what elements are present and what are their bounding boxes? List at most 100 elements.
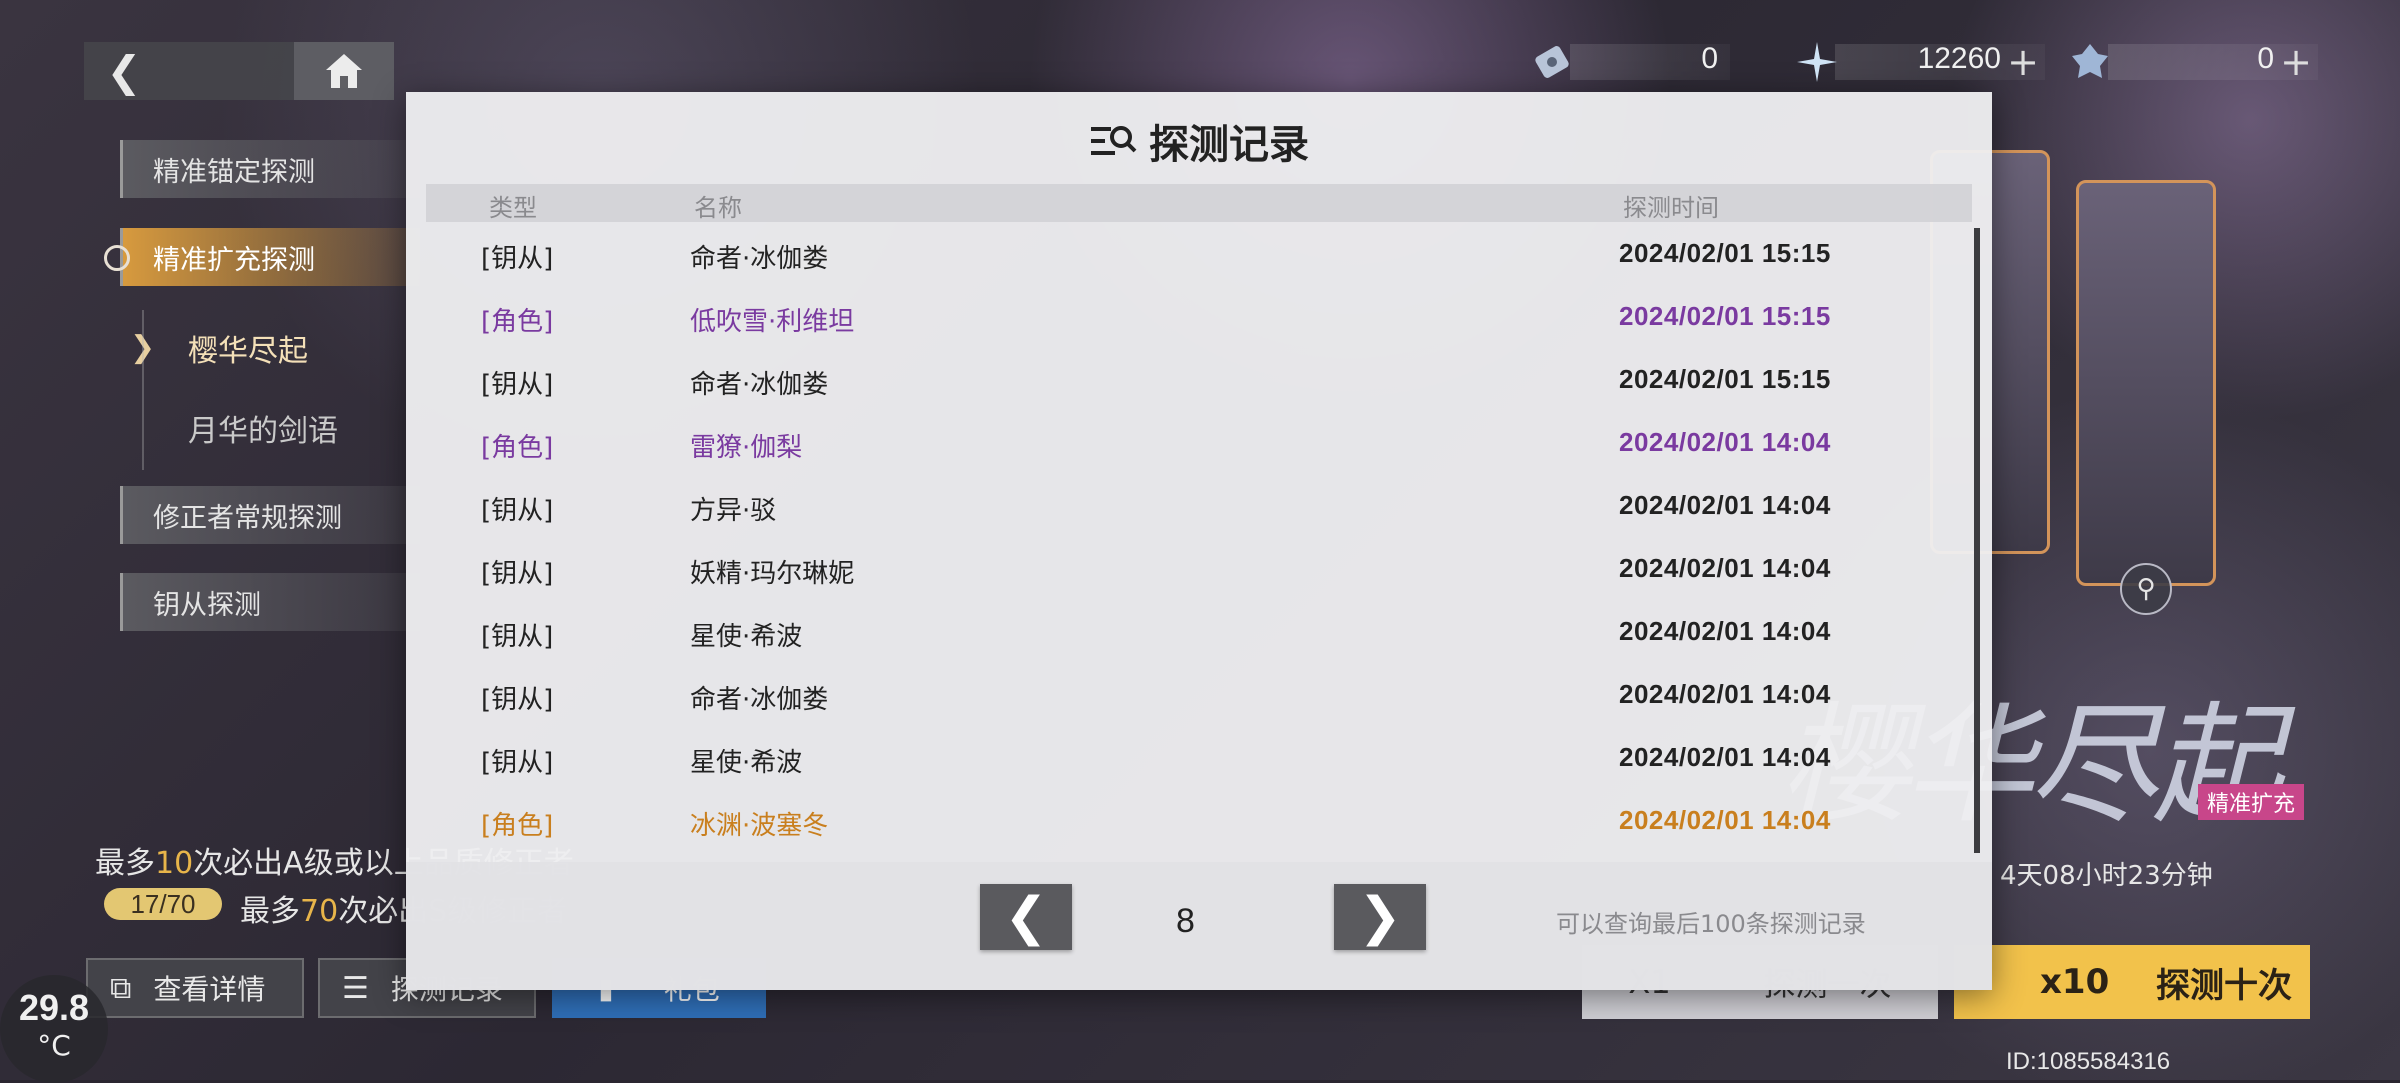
banner-tag: 精准扩充 bbox=[2198, 784, 2304, 820]
row-name: 低吹雪·利维坦 bbox=[690, 307, 855, 337]
row-name: 冰渊·波塞冬 bbox=[690, 811, 829, 841]
user-id: ID:1085584316 bbox=[2006, 1048, 2171, 1075]
modal-title-text: 探测记录 bbox=[1149, 122, 1309, 168]
home-button[interactable] bbox=[294, 42, 394, 100]
table-row: [钥从] 妖精·玛尔琳妮 2024/02/01 14:04 bbox=[406, 537, 1992, 600]
row-time: 2024/02/01 14:04 bbox=[1619, 805, 1831, 835]
column-time: 探测时间 bbox=[1623, 194, 1719, 222]
menu-item-anchor-detect[interactable]: 精准锚定探测 bbox=[120, 140, 420, 198]
row-type: [钥从] bbox=[481, 685, 554, 715]
scrollbar-thumb[interactable] bbox=[1974, 228, 1980, 853]
pull-label: 探测十次 bbox=[2156, 965, 2292, 1006]
detect-records-modal: 探测记录 类型 名称 探测时间 [钥从] 命者·冰伽娄 2024/02/01 1… bbox=[406, 92, 1992, 990]
ticket-icon bbox=[1535, 46, 1569, 78]
chevron-right-icon: ❯ bbox=[1358, 887, 1402, 947]
menu-item-label: 钥从探测 bbox=[153, 589, 261, 621]
menu-item-expand-detect[interactable]: 精准扩充探测 bbox=[120, 228, 420, 286]
table-row: [钥从] 星使·希波 2024/02/01 14:04 bbox=[406, 726, 1992, 789]
top-nav-bar: ❮ bbox=[84, 42, 394, 100]
row-time: 2024/02/01 14:04 bbox=[1619, 679, 1831, 709]
row-time: 2024/02/01 14:04 bbox=[1619, 490, 1831, 520]
currency-value: 12260 bbox=[1917, 42, 2001, 75]
add-crystal-button[interactable]: + bbox=[2007, 40, 2039, 84]
temperature-value: 29.8 bbox=[18, 987, 90, 1028]
temperature-widget: 29.8 °C bbox=[0, 975, 108, 1083]
row-type: [角色] bbox=[481, 307, 554, 337]
record-search-icon bbox=[1091, 126, 1137, 155]
row-name: 星使·希波 bbox=[690, 622, 803, 652]
sub-item-moon-sword[interactable]: 月华的剑语 bbox=[188, 406, 338, 450]
sub-item-sakura[interactable]: 樱华尽起 bbox=[188, 326, 308, 370]
pity-progress-badge: 17/70 bbox=[104, 888, 222, 920]
currency-crystal: 12260 + bbox=[1795, 40, 2045, 84]
row-time: 2024/02/01 15:15 bbox=[1619, 364, 1831, 394]
page-number: 8 bbox=[1176, 902, 1195, 940]
table-row: [钥从] 方异·驳 2024/02/01 14:04 bbox=[406, 474, 1992, 537]
row-type: [钥从] bbox=[481, 748, 554, 778]
banner-timer: 4天08小时23分钟 bbox=[2000, 861, 2213, 891]
table-row: [角色] 低吹雪·利维坦 2024/02/01 15:15 bbox=[406, 285, 1992, 348]
column-name: 名称 bbox=[694, 194, 742, 222]
column-type: 类型 bbox=[489, 194, 537, 222]
character-card-2[interactable] bbox=[2076, 180, 2216, 586]
row-type: [钥从] bbox=[481, 370, 554, 400]
back-button[interactable]: ❮ bbox=[84, 42, 164, 100]
currency-value: 0 bbox=[1701, 42, 1718, 75]
details-icon: ⧉ bbox=[110, 970, 132, 1006]
row-type: [钥从] bbox=[481, 496, 554, 526]
records-list[interactable]: [钥从] 命者·冰伽娄 2024/02/01 15:15 [角色] 低吹雪·利维… bbox=[406, 222, 1992, 947]
currency-value: 0 bbox=[2257, 42, 2274, 75]
row-name: 方异·驳 bbox=[690, 496, 777, 526]
next-page-button[interactable]: ❯ bbox=[1334, 884, 1426, 950]
table-row: [钥从] 命者·冰伽娄 2024/02/01 15:15 bbox=[406, 348, 1992, 411]
row-time: 2024/02/01 14:04 bbox=[1619, 427, 1831, 457]
list-icon: ☰ bbox=[342, 970, 369, 1006]
table-row: [钥从] 星使·希波 2024/02/01 14:04 bbox=[406, 600, 1992, 663]
table-row: [钥从] 命者·冰伽娄 2024/02/01 14:04 bbox=[406, 663, 1992, 726]
menu-item-standard-detect[interactable]: 修正者常规探测 bbox=[120, 486, 420, 544]
currency-ticket: 0 bbox=[1530, 40, 1730, 84]
prev-page-button[interactable]: ❮ bbox=[980, 884, 1072, 950]
magnify-icon[interactable]: ⚲ bbox=[2120, 563, 2172, 615]
row-type: [角色] bbox=[481, 433, 554, 463]
menu-item-label: 修正者常规探测 bbox=[153, 502, 342, 534]
home-icon bbox=[326, 54, 362, 88]
row-type: [钥从] bbox=[481, 622, 554, 652]
row-name: 命者·冰伽娄 bbox=[690, 244, 829, 274]
button-label: 查看详情 bbox=[153, 973, 266, 1006]
target-dot-icon bbox=[104, 245, 130, 271]
gem-cluster-icon bbox=[2072, 44, 2108, 78]
row-time: 2024/02/01 14:04 bbox=[1619, 616, 1831, 646]
table-row: [角色] 冰渊·波塞冬 2024/02/01 14:04 bbox=[406, 789, 1992, 852]
table-row: [钥从] 命者·冰伽娄 2024/02/01 15:15 bbox=[406, 222, 1992, 285]
row-name: 命者·冰伽娄 bbox=[690, 370, 829, 400]
menu-item-key-detect[interactable]: 钥从探测 bbox=[120, 573, 420, 631]
pity-number: 10 bbox=[155, 846, 194, 881]
row-time: 2024/02/01 15:15 bbox=[1619, 301, 1831, 331]
modal-title: 探测记录 bbox=[406, 112, 1992, 170]
table-header: 类型 名称 探测时间 bbox=[426, 184, 1972, 222]
pity-number: 70 bbox=[300, 894, 339, 929]
detect-ten-button[interactable]: x10 探测十次 bbox=[1954, 945, 2310, 1019]
pity-prefix: 最多 bbox=[95, 846, 155, 881]
add-gem-button[interactable]: + bbox=[2280, 40, 2312, 84]
menu-item-label: 精准锚定探测 bbox=[153, 156, 315, 188]
back-arrow-icon: ❮ bbox=[106, 46, 142, 96]
crystal-star-icon bbox=[1797, 42, 1837, 82]
row-type: [钥从] bbox=[481, 244, 554, 274]
row-name: 命者·冰伽娄 bbox=[690, 685, 829, 715]
currency-gem: 0 + bbox=[2068, 40, 2318, 84]
pull-count: x10 bbox=[2040, 962, 2110, 1002]
table-row: [角色] 雷獠·伽梨 2024/02/01 14:04 bbox=[406, 411, 1992, 474]
sub-menu-line bbox=[142, 310, 144, 470]
row-name: 星使·希波 bbox=[690, 748, 803, 778]
row-type: [角色] bbox=[481, 811, 554, 841]
pity-prefix: 最多 bbox=[240, 894, 300, 929]
menu-item-label: 精准扩充探测 bbox=[153, 244, 315, 276]
row-time: 2024/02/01 14:04 bbox=[1619, 742, 1831, 772]
row-time: 2024/02/01 14:04 bbox=[1619, 553, 1831, 583]
row-name: 雷獠·伽梨 bbox=[690, 433, 803, 463]
row-name: 妖精·玛尔琳妮 bbox=[690, 559, 855, 589]
chevron-left-icon: ❮ bbox=[1004, 887, 1048, 947]
view-details-button[interactable]: ⧉ 查看详情 bbox=[86, 958, 304, 1018]
